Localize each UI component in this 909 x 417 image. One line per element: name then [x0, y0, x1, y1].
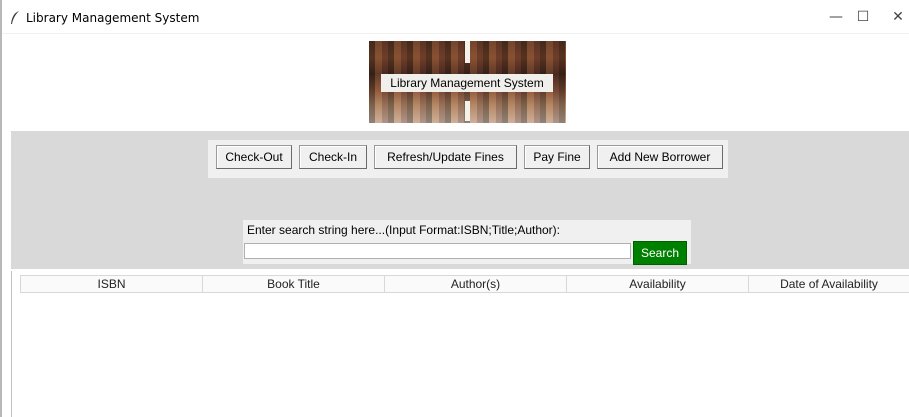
- search-input[interactable]: [244, 243, 631, 259]
- search-section: Enter search string here...(Input Format…: [243, 220, 691, 265]
- search-button[interactable]: Search: [633, 241, 687, 265]
- maximize-icon[interactable]: ☐: [848, 6, 878, 28]
- banner-title: Library Management System: [381, 74, 553, 92]
- action-toolbar: Check-Out Check-In Refresh/Update Fines …: [208, 140, 728, 178]
- column-header-book-title[interactable]: Book Title: [202, 275, 385, 293]
- library-banner-image: Library Management System: [369, 41, 566, 123]
- book-page-graphic-top: [465, 41, 470, 63]
- check-in-button[interactable]: Check-In: [299, 145, 367, 169]
- check-out-button[interactable]: Check-Out: [216, 145, 292, 169]
- column-header-isbn[interactable]: ISBN: [20, 275, 203, 293]
- refresh-update-fines-button[interactable]: Refresh/Update Fines: [374, 145, 517, 169]
- feather-icon: [10, 11, 20, 25]
- column-header-availability[interactable]: Availability: [566, 275, 749, 293]
- window-title: Library Management System: [26, 11, 200, 25]
- title-bar[interactable]: Library Management System — ☐ ✕: [2, 0, 909, 34]
- column-header-authors[interactable]: Author(s): [384, 275, 567, 293]
- results-table[interactable]: ISBN Book Title Author(s) Availability D…: [11, 271, 909, 417]
- minimize-icon[interactable]: —: [821, 6, 851, 28]
- column-header-date-of-availability[interactable]: Date of Availability: [748, 275, 909, 293]
- add-new-borrower-button[interactable]: Add New Borrower: [597, 145, 723, 169]
- search-prompt-label: Enter search string here...(Input Format…: [247, 223, 561, 237]
- pay-fine-button[interactable]: Pay Fine: [524, 145, 590, 169]
- window-left-border: [0, 0, 2, 417]
- close-icon[interactable]: ✕: [886, 6, 909, 28]
- book-page-graphic-bottom: [465, 101, 470, 121]
